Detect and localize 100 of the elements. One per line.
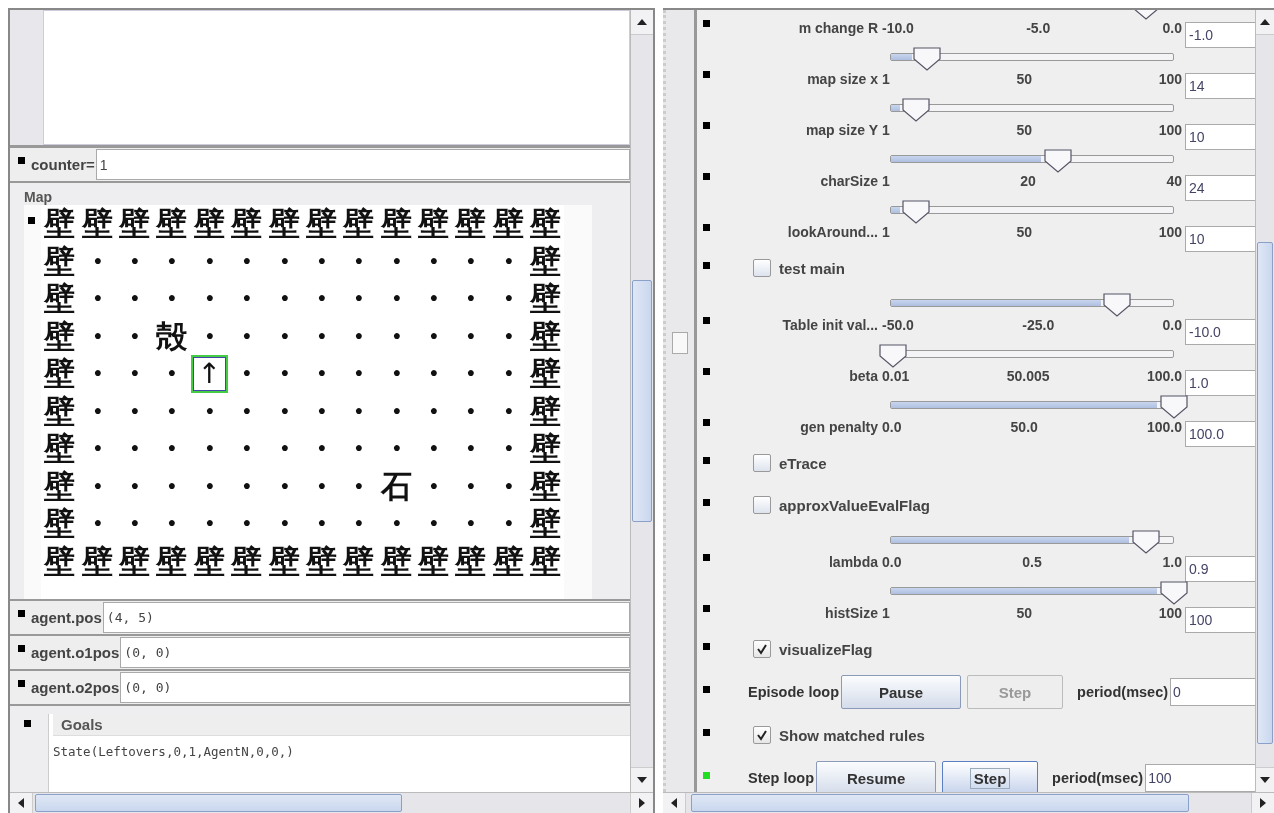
map-cell-text: 壁: [155, 205, 189, 243]
vertical-scrollbar[interactable]: [1255, 10, 1274, 792]
scroll-left-button[interactable]: [10, 793, 33, 813]
map-cell-text: ・: [454, 317, 488, 355]
scroll-down-button[interactable]: [1256, 767, 1274, 792]
value-field[interactable]: -10.0: [1185, 319, 1255, 345]
checkbox[interactable]: [753, 259, 771, 277]
scroll-up-button[interactable]: [1256, 10, 1274, 35]
slider-thumb[interactable]: [911, 47, 942, 71]
scroll-right-button[interactable]: [630, 793, 653, 813]
scroll-left-button[interactable]: [663, 793, 686, 813]
period-field[interactable]: 0: [1170, 678, 1255, 706]
tick-label: -10.0: [882, 20, 914, 36]
loop-button[interactable]: Pause: [841, 675, 962, 709]
group-title: Goals: [53, 714, 630, 736]
value-field[interactable]: 10: [1185, 226, 1255, 252]
scroll-down-button[interactable]: [631, 767, 653, 792]
map-cell-text: ・: [491, 280, 525, 318]
input-field[interactable]: (4, 5): [102, 602, 630, 633]
map-cell-text: 壁: [529, 542, 563, 580]
tick-label: 50: [1016, 71, 1032, 87]
slider-thumb[interactable]: [877, 344, 908, 368]
value-field[interactable]: 1.0: [1185, 370, 1255, 396]
loop-button[interactable]: Resume: [816, 761, 937, 792]
scroll-up-button[interactable]: [631, 10, 653, 35]
input-field[interactable]: (0, 0): [120, 672, 630, 703]
map-cell-text: ・: [192, 505, 226, 543]
map-cell-text: 壁: [43, 355, 77, 393]
checkbox[interactable]: [753, 496, 771, 514]
map-cell-text: ・: [491, 242, 525, 280]
map-cell-text: ・: [117, 430, 151, 468]
map-cell-text: 壁: [529, 392, 563, 430]
slider-fill: [891, 54, 912, 60]
checkbox[interactable]: [753, 726, 771, 744]
tick-label: 1: [882, 122, 890, 138]
scrollbar-thumb[interactable]: [691, 794, 1189, 812]
map-cell-text: ・: [155, 467, 189, 505]
slider-thumb[interactable]: [1130, 530, 1161, 554]
value-field[interactable]: 24: [1185, 175, 1255, 201]
map-cell-text: ・: [267, 242, 301, 280]
tick-label: 0.0: [882, 419, 902, 435]
map-cell-text: ・: [342, 505, 376, 543]
value-field[interactable]: 14: [1185, 73, 1255, 99]
divider-handle[interactable]: [672, 332, 688, 354]
period-field[interactable]: 100: [1145, 764, 1255, 792]
checkbox[interactable]: [753, 640, 771, 658]
map-cell-text: ・: [491, 317, 525, 355]
loop-label: Step loop: [748, 770, 815, 786]
map-cell-text: ・: [192, 242, 226, 280]
bullet-icon: [18, 610, 25, 617]
tick-label: -25.0: [1022, 317, 1055, 333]
map-cell-text: 壁: [43, 430, 77, 468]
scrollbar-thumb[interactable]: [632, 280, 652, 522]
field-label: agent.o1pos: [31, 644, 120, 661]
checkbox-label: eTrace: [779, 454, 827, 472]
map-cell-text: 壁: [454, 205, 488, 243]
map-cell-text: ・: [80, 355, 114, 393]
horizontal-scrollbar[interactable]: [663, 792, 1274, 813]
horizontal-scrollbar[interactable]: [10, 792, 653, 813]
scroll-right-button[interactable]: [1251, 793, 1274, 813]
bullet-icon: [18, 157, 25, 164]
map-cell-text: ・: [155, 355, 189, 393]
map-cell-text: 壁: [43, 242, 77, 280]
input-field[interactable]: 1: [95, 149, 630, 180]
value-field[interactable]: 0.9: [1185, 556, 1255, 582]
tick-label: 1: [882, 224, 890, 240]
slider-thumb[interactable]: [1159, 395, 1189, 419]
map-cell-text: ・: [454, 242, 488, 280]
checkbox[interactable]: [753, 454, 771, 472]
tick-label: 100.0: [1146, 419, 1182, 435]
scrollbar-thumb[interactable]: [1257, 242, 1273, 744]
map-cell-text: ・: [80, 317, 114, 355]
map-cell-text: ・: [230, 317, 264, 355]
value-field[interactable]: 100.0: [1185, 421, 1255, 447]
map-cell-text: ・: [379, 430, 413, 468]
map-cell-text: ・: [230, 505, 264, 543]
loop-button[interactable]: Step: [942, 761, 1039, 792]
map-cell-text: 壁: [230, 542, 264, 580]
map-cell-text: 壁: [529, 467, 563, 505]
vertical-scrollbar[interactable]: [630, 10, 653, 792]
slider-thumb[interactable]: [1102, 293, 1133, 317]
slider-thumb[interactable]: [900, 98, 931, 122]
value-field[interactable]: 10: [1185, 124, 1255, 150]
scrollbar-thumb[interactable]: [35, 794, 402, 812]
value-field[interactable]: -1.0: [1185, 22, 1255, 48]
slider-thumb[interactable]: [1042, 149, 1073, 173]
input-field[interactable]: (0, 0): [120, 637, 630, 668]
slider-thumb[interactable]: [1159, 581, 1189, 605]
map-cell-text: 壁: [529, 280, 563, 318]
map-cell-text: ・: [304, 467, 338, 505]
value-field[interactable]: 100: [1185, 607, 1255, 633]
map-cell-text: ・: [80, 392, 114, 430]
slider-label: lambda: [828, 554, 878, 570]
map-cell-text: 壁: [192, 205, 226, 243]
map-cell-text: ・: [342, 280, 376, 318]
map-cell-text: ・: [117, 392, 151, 430]
map-cell-text: ・: [379, 280, 413, 318]
map-cell-text: 壁: [43, 317, 77, 355]
period-label: period(msec): [1052, 770, 1144, 786]
slider-thumb[interactable]: [900, 200, 931, 224]
